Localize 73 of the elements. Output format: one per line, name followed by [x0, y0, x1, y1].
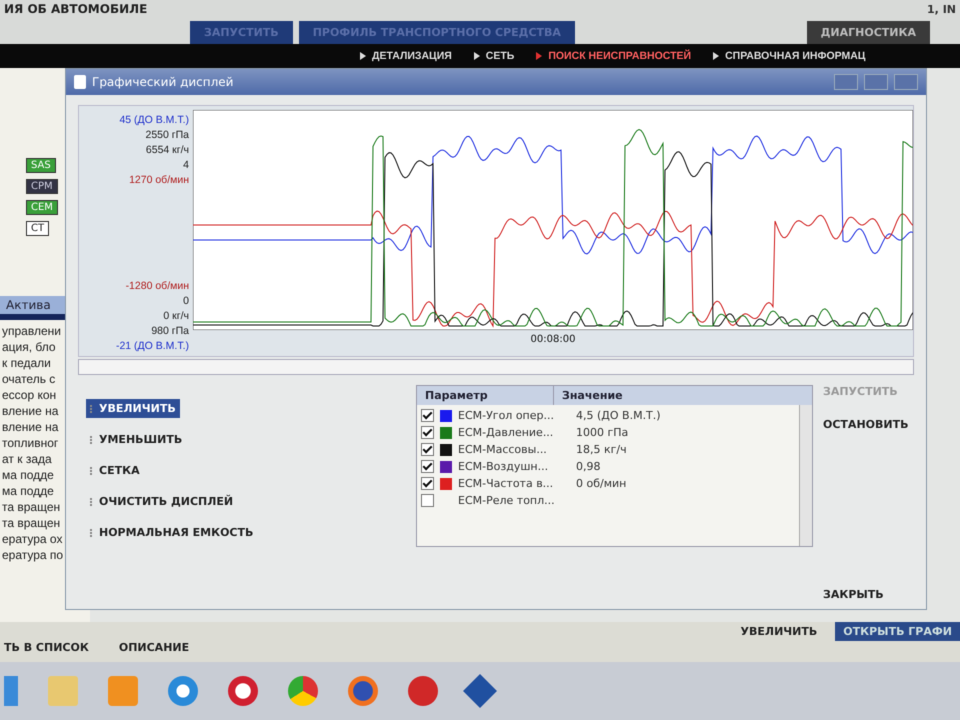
parameter-name: ECM-Воздушн...: [458, 460, 550, 473]
parameter-name: ECM-Давление...: [458, 426, 554, 439]
network-node: SAS: [26, 158, 56, 173]
bottom-button[interactable]: ОТКРЫТЬ ГРАФИ: [835, 622, 960, 641]
action-link[interactable]: ОЧИСТИТЬ ДИСПЛЕЙ: [86, 492, 238, 511]
parameter-name: ECM-Реле топл...: [458, 494, 556, 507]
dots-icon: [90, 466, 94, 474]
app-title: ИЯ ОБ АВТОМОБИЛЕ: [4, 2, 148, 16]
checkbox[interactable]: [421, 494, 434, 507]
axis-label: 0 кг/ч: [162, 310, 189, 322]
action-link[interactable]: СЕТКА: [86, 461, 144, 480]
action-link[interactable]: НОРМАЛЬНАЯ ЕМКОСТЬ: [86, 523, 258, 542]
parameter-name: ECM-Угол опер...: [458, 409, 555, 422]
app-icon: [74, 75, 86, 89]
close-button[interactable]: [894, 74, 918, 90]
app-icon[interactable]: [408, 676, 438, 706]
arrow-icon: [360, 52, 366, 60]
parameter-value: 0 об/мин: [576, 477, 626, 490]
bottom-button[interactable]: УВЕЛИЧИТЬ: [732, 622, 826, 641]
dots-icon: [90, 436, 94, 444]
parameter-value: 1000 гПа: [576, 426, 628, 439]
axis-label: 1270 об/мин: [128, 174, 189, 186]
action-link[interactable]: УМЕНЬШИТЬ: [86, 430, 186, 449]
parameter-name: ECM-Частота в...: [458, 477, 554, 490]
dots-icon: [90, 404, 94, 412]
subnav-link[interactable]: СПРАВОЧНАЯ ИНФОРМАЦ: [725, 50, 866, 62]
browser-icon[interactable]: [348, 676, 378, 706]
axis-label: 45 (ДО В.М.Т.): [118, 114, 189, 126]
parameter-value: 18,5 кг/ч: [576, 443, 627, 456]
dots-icon: [90, 498, 94, 506]
parameter-name: ECM-Массовы...: [458, 443, 548, 456]
action-link[interactable]: УВЕЛИЧИТЬ: [86, 399, 180, 418]
checkbox[interactable]: [421, 460, 434, 473]
column-header[interactable]: Параметр: [417, 386, 554, 405]
user-label: 1, IN: [927, 2, 956, 16]
checkbox[interactable]: [421, 443, 434, 456]
side-button[interactable]: ОСТАНОВИТЬ: [823, 418, 913, 431]
dialog-title: Графический дисплей: [92, 75, 234, 89]
arrow-icon: [536, 52, 542, 60]
subnav-link[interactable]: СЕТЬ: [486, 50, 514, 62]
browser-icon[interactable]: [168, 676, 198, 706]
minimize-button[interactable]: [834, 74, 858, 90]
time-label: 00:08:00: [530, 334, 576, 345]
column-header[interactable]: Значение: [554, 386, 631, 405]
dots-icon: [90, 528, 94, 536]
checkbox[interactable]: [421, 477, 434, 490]
axis-label: 2550 гПа: [144, 129, 189, 141]
arrow-icon: [474, 52, 480, 60]
axis-label: -1280 об/мин: [124, 280, 189, 292]
nav-tab[interactable]: ДИАГНОСТИКА: [806, 21, 930, 44]
axis-label: 6554 кг/ч: [144, 144, 189, 156]
network-node: CEM: [26, 200, 58, 215]
checkbox[interactable]: [421, 426, 434, 439]
axis-label: 4: [182, 159, 189, 171]
vertical-scrollbar[interactable]: [799, 405, 812, 546]
axis-label: -21 (ДО В.М.Т.): [114, 340, 189, 352]
axis-label: 0: [182, 295, 189, 307]
maximize-button[interactable]: [864, 74, 888, 90]
bottom-link[interactable]: ТЬ В СПИСОК: [4, 641, 89, 654]
close-button[interactable]: ЗАКРЫТЬ: [823, 588, 913, 601]
axis-label: 980 гПа: [150, 325, 189, 337]
browser-icon[interactable]: [288, 676, 318, 706]
ring-icon[interactable]: [228, 676, 258, 706]
bottom-link[interactable]: ОПИСАНИЕ: [118, 641, 190, 654]
subnav-link[interactable]: ПОИСК НЕИСПРАВНОСТЕЙ: [548, 50, 692, 62]
checkbox[interactable]: [421, 409, 434, 422]
arrow-icon: [713, 52, 720, 60]
parameter-value: 4,5 (ДО В.М.Т.): [576, 409, 661, 422]
parameter-value: 0,98: [576, 460, 600, 473]
subnav-link[interactable]: ДЕТАЛИЗАЦИЯ: [372, 50, 452, 62]
network-node: CT: [26, 221, 50, 236]
network-node: CPM: [26, 179, 58, 194]
horizontal-scrollbar[interactable]: [78, 359, 914, 375]
